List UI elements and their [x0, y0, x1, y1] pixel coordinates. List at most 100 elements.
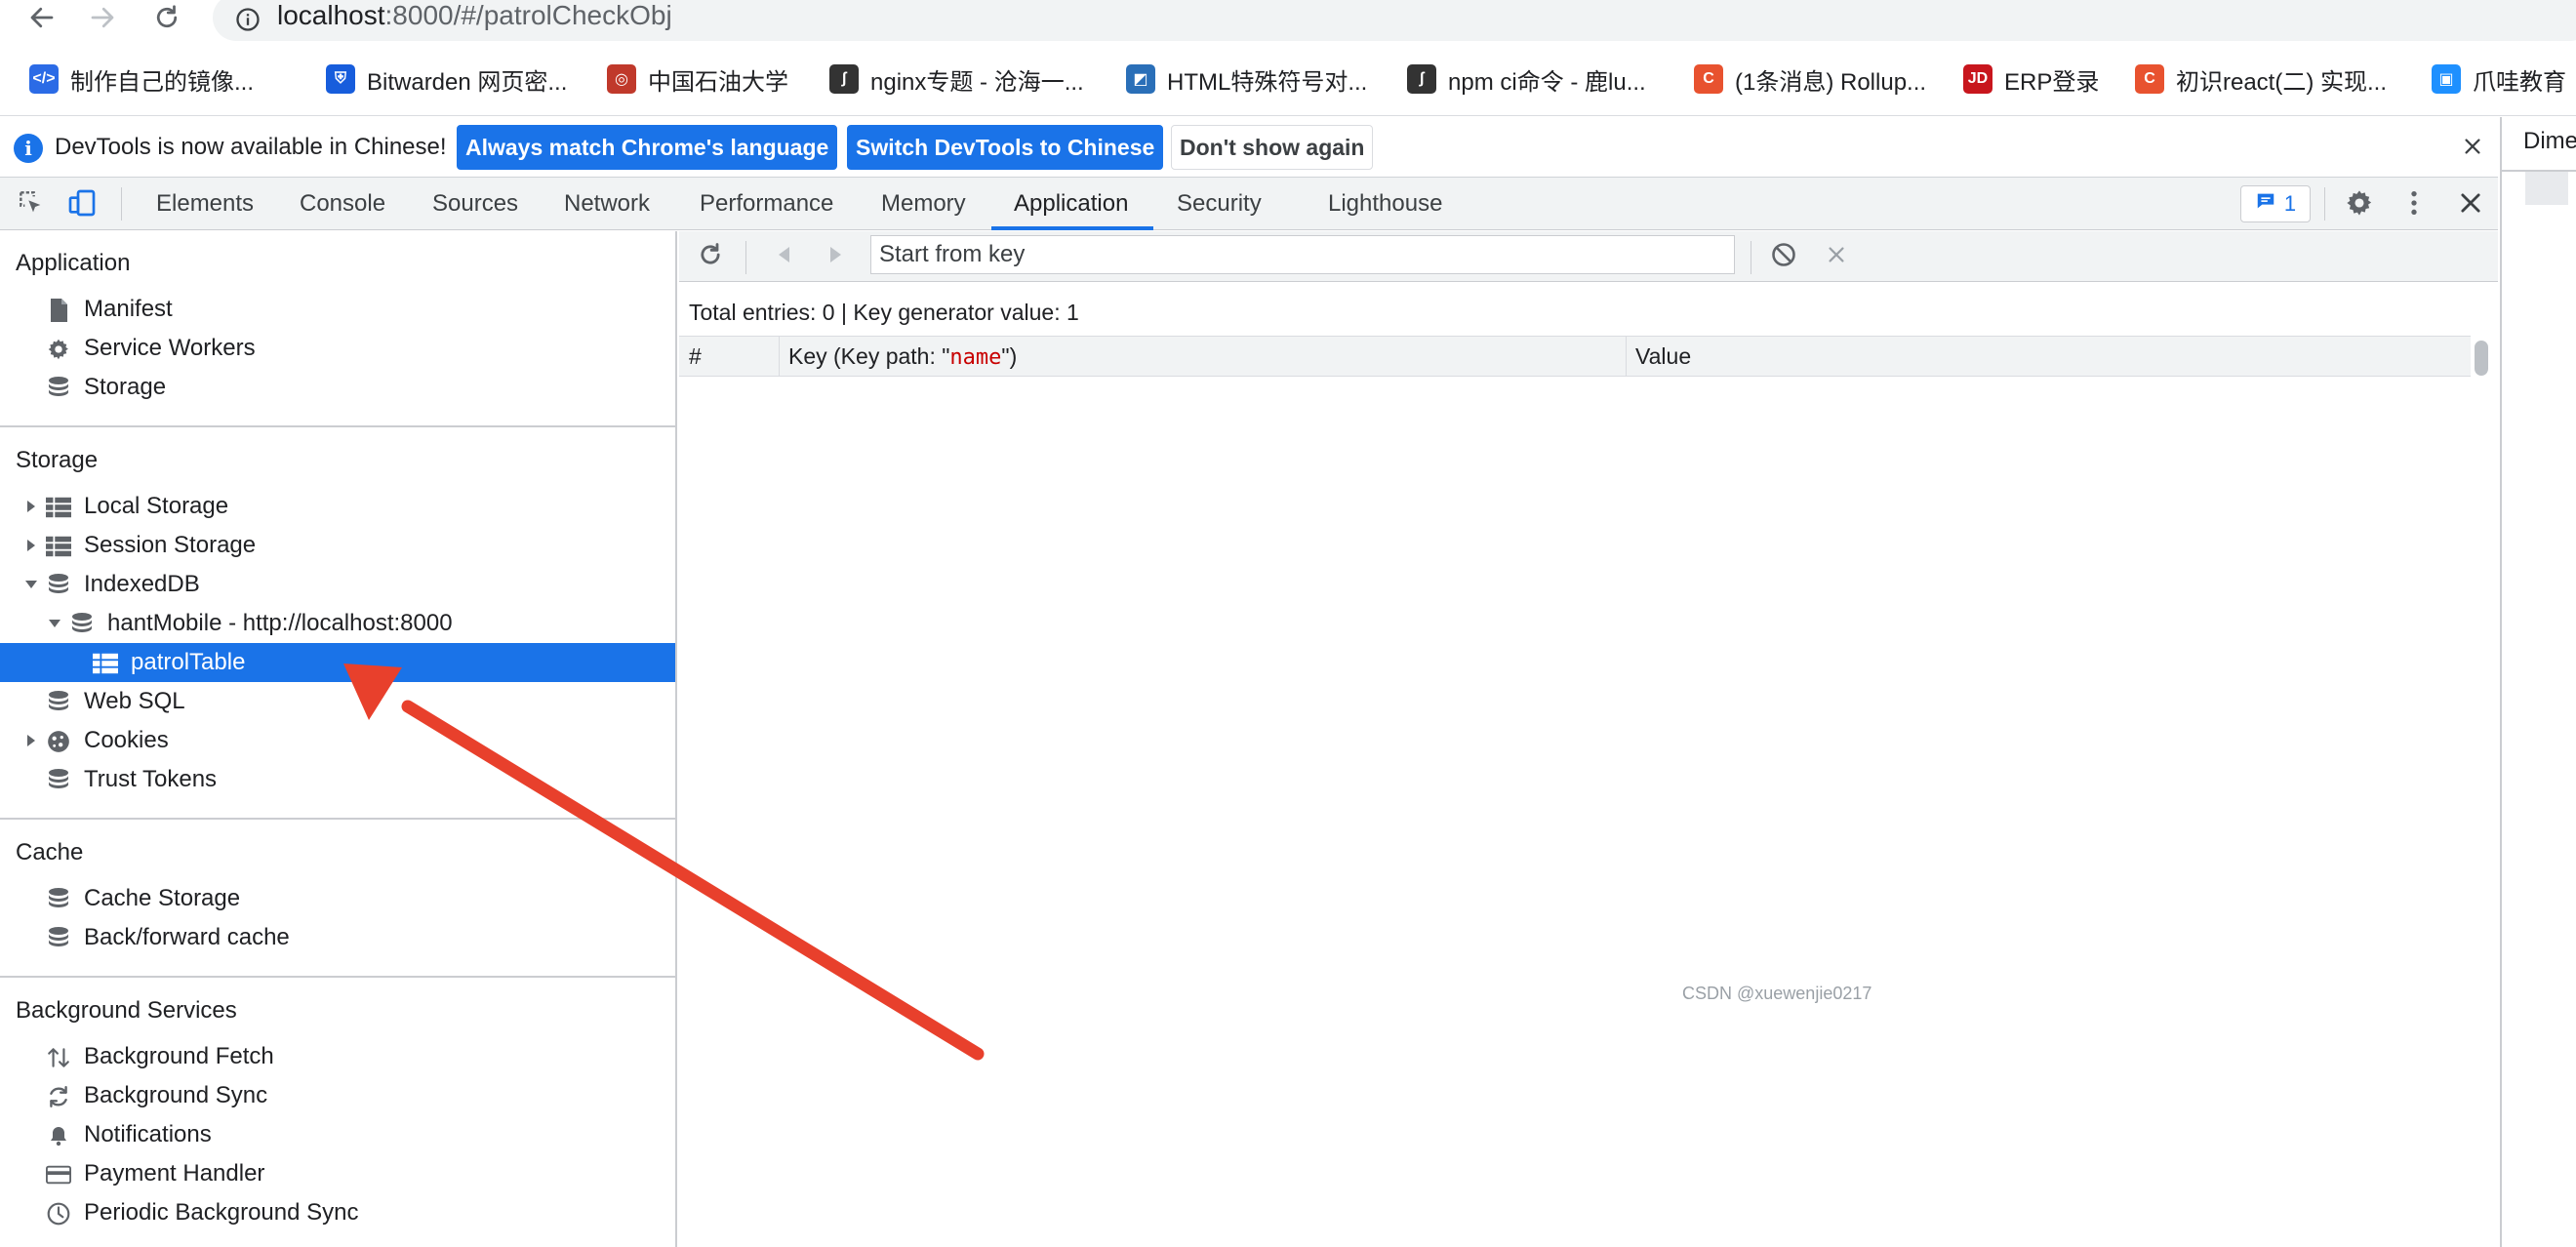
arrow-left-icon — [27, 3, 57, 37]
database-icon — [46, 376, 71, 401]
squiggle-logo-icon: ʃ — [1407, 64, 1436, 94]
sidebar-item-web-sql[interactable]: Web SQL — [0, 682, 675, 721]
bookmark-label: npm ci命令 - 鹿lu... — [1448, 68, 1646, 96]
triangle-left-icon — [775, 245, 794, 269]
collapse-arrow-icon[interactable] — [23, 577, 39, 592]
bitwarden-icon: ⛨ — [326, 64, 355, 94]
section-title-background-services: Background Services — [16, 997, 237, 1024]
database-icon — [46, 926, 71, 951]
refresh-button[interactable] — [691, 237, 730, 276]
delete-selected-button[interactable] — [1817, 237, 1856, 276]
bell-icon — [46, 1123, 71, 1148]
sidebar-item-cache-storage[interactable]: Cache Storage — [0, 879, 675, 918]
back-button[interactable] — [18, 0, 66, 39]
bookmark-item[interactable]: ʃ npm ci命令 - 鹿lu... — [1407, 57, 1646, 101]
toolbar-divider — [2324, 187, 2325, 221]
credit-card-icon — [46, 1162, 71, 1187]
vertical-scrollbar[interactable] — [2475, 341, 2488, 376]
tab-network[interactable]: Network — [564, 178, 650, 230]
more-options-button[interactable] — [2395, 185, 2434, 224]
inspect-element-button[interactable] — [12, 185, 51, 224]
adjacent-panel-control[interactable] — [2525, 172, 2568, 205]
tab-application[interactable]: Application — [1014, 178, 1128, 230]
sidebar-item-payment-handler[interactable]: Payment Handler — [0, 1154, 675, 1193]
gear-icon — [2344, 187, 2375, 223]
device-toolbar-button[interactable] — [62, 185, 101, 224]
sidebar-item-cookies[interactable]: Cookies — [0, 721, 675, 760]
tab-security[interactable]: Security — [1177, 178, 1262, 230]
sidebar-item-label: Service Workers — [84, 335, 256, 361]
bookmark-item[interactable]: </> 制作自己的镜像... — [29, 57, 254, 101]
url-text[interactable]: localhost:8000/#/patrolCheckObj — [277, 0, 672, 31]
bookmark-item[interactable]: ⛨ Bitwarden 网页密... — [326, 57, 567, 101]
expand-arrow-icon[interactable] — [23, 499, 39, 514]
previous-page-button[interactable] — [765, 237, 804, 276]
sidebar-item-local-storage[interactable]: Local Storage — [0, 487, 675, 526]
sidebar-item-notifications[interactable]: Notifications — [0, 1115, 675, 1154]
close-icon — [1826, 244, 1847, 270]
column-header-index[interactable]: # — [689, 337, 702, 376]
close-icon — [2462, 136, 2483, 162]
sidebar-item-periodic-background-sync[interactable]: Periodic Background Sync — [0, 1193, 675, 1232]
tab-memory[interactable]: Memory — [881, 178, 966, 230]
column-header-value[interactable]: Value — [1635, 337, 1691, 376]
tab-console[interactable]: Console — [300, 178, 385, 230]
sidebar-item-manifest[interactable]: Manifest — [0, 290, 675, 329]
reload-icon — [152, 3, 181, 37]
sidebar-item-background-sync[interactable]: Background Sync — [0, 1076, 675, 1115]
infobar-close-button[interactable] — [2455, 131, 2490, 166]
column-header-key[interactable]: Key (Key path: "name") — [788, 337, 1017, 376]
sidebar-item-trust-tokens[interactable]: Trust Tokens — [0, 760, 675, 799]
up-down-arrows-icon — [46, 1045, 71, 1070]
indexeddb-object-store-view: Total entries: 0 | Key generator value: … — [679, 231, 2498, 1247]
sidebar-item-storage-overview[interactable]: Storage — [0, 368, 675, 407]
bookmark-label: ERP登录 — [2004, 68, 2100, 96]
bookmark-item[interactable]: C (1条消息) Rollup... — [1694, 57, 1926, 101]
match-language-button[interactable]: Always match Chrome's language — [457, 125, 838, 170]
tab-elements[interactable]: Elements — [156, 178, 254, 230]
close-devtools-button[interactable] — [2451, 185, 2490, 224]
sidebar-item-back-forward-cache[interactable]: Back/forward cache — [0, 918, 675, 957]
address-bar[interactable]: localhost:8000/#/patrolCheckObj — [213, 0, 2576, 41]
expand-arrow-icon[interactable] — [23, 733, 39, 748]
start-from-key-input[interactable] — [870, 235, 1735, 274]
issues-count: 1 — [2283, 191, 2297, 216]
tab-sources[interactable]: Sources — [432, 178, 518, 230]
bookmark-item[interactable]: ▣ 爪哇教育 — [2432, 57, 2566, 101]
sidebar-item-hantmobile-db[interactable]: hantMobile - http://localhost:8000 — [0, 604, 675, 643]
bookmark-item[interactable]: ◩ HTML特殊符号对... — [1126, 57, 1367, 101]
url-host: localhost — [277, 0, 385, 30]
chrome-divider — [0, 115, 2576, 116]
browser-toolbar: localhost:8000/#/patrolCheckObj — [0, 0, 2576, 47]
tab-performance[interactable]: Performance — [700, 178, 833, 230]
bilibili-tv-icon: ▣ — [2432, 64, 2461, 94]
dont-show-again-button[interactable]: Don't show again — [1171, 125, 1374, 170]
sidebar-item-session-storage[interactable]: Session Storage — [0, 526, 675, 565]
sidebar-item-service-workers[interactable]: Service Workers — [0, 329, 675, 368]
message-icon — [2255, 190, 2276, 218]
switch-to-chinese-button[interactable]: Switch DevTools to Chinese — [847, 125, 1164, 170]
tab-lighthouse[interactable]: Lighthouse — [1328, 178, 1442, 230]
settings-button[interactable] — [2340, 185, 2379, 224]
bookmark-label: Bitwarden 网页密... — [367, 68, 568, 96]
triangle-right-icon — [825, 245, 845, 269]
reload-button[interactable] — [142, 0, 191, 39]
next-page-button[interactable] — [816, 237, 855, 276]
issues-badge-button[interactable]: 1 — [2240, 185, 2311, 222]
forward-button[interactable] — [78, 0, 127, 39]
toolbar-divider — [121, 187, 122, 221]
expand-arrow-icon[interactable] — [23, 538, 39, 553]
bookmark-item[interactable]: ʃ nginx专题 - 沧海一... — [829, 57, 1084, 101]
bookmark-item[interactable]: JD ERP登录 — [1963, 57, 2099, 101]
sidebar-item-patroltable[interactable]: patrolTable — [0, 643, 675, 682]
bookmark-item[interactable]: C 初识react(二) 实现... — [2135, 57, 2387, 101]
adjacent-panel: Dime — [2500, 117, 2576, 1247]
bookmark-item[interactable]: ◎ 中国石油大学 — [607, 57, 788, 101]
site-info-icon[interactable] — [226, 0, 269, 41]
key-header-suffix: ") — [1001, 343, 1018, 369]
gear-icon — [46, 337, 71, 362]
sidebar-item-indexeddb[interactable]: IndexedDB — [0, 565, 675, 604]
collapse-arrow-icon[interactable] — [47, 616, 62, 631]
sidebar-item-background-fetch[interactable]: Background Fetch — [0, 1037, 675, 1076]
clear-object-store-button[interactable] — [1764, 237, 1803, 276]
